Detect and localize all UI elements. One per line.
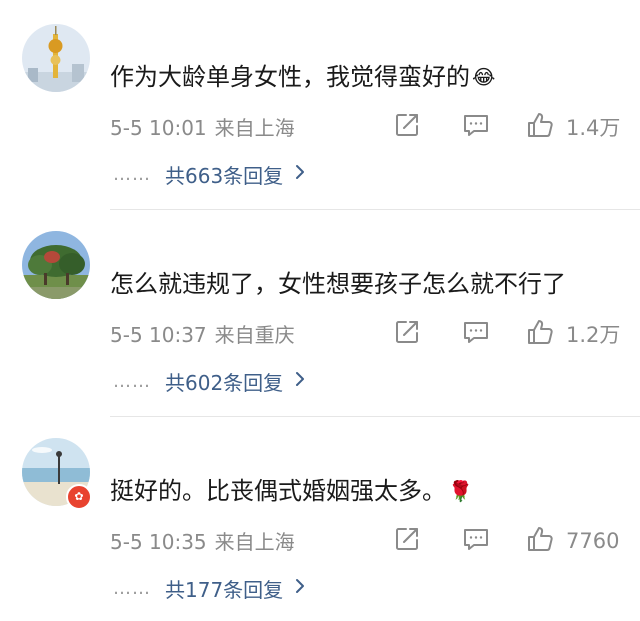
chevron-right-icon [295, 371, 305, 391]
comment-text: 作为大龄单身女性，我觉得蛮好的 😂 [110, 60, 495, 94]
laughing-emoji: 😂 [472, 65, 496, 89]
share-button[interactable] [394, 112, 420, 142]
reply-count: 共177条回复 [165, 577, 284, 602]
thumbs-up-icon [526, 525, 556, 557]
view-replies-link[interactable]: …… 共602条回复 [113, 365, 305, 397]
comment-button[interactable] [462, 526, 490, 556]
avatar[interactable] [22, 231, 90, 299]
thumbs-up-icon [526, 318, 556, 350]
comment-text: 怎么就违规了，女性想要孩子怎么就不行了 [110, 270, 566, 298]
verified-badge-icon: ✿ [66, 484, 92, 510]
comment-item: 怎么就违规了，女性想要孩子怎么就不行了 5-5 10:37 来自重庆 1.2万 … [0, 207, 640, 414]
comment-item: 作为大龄单身女性，我觉得蛮好的 😂 5-5 10:01 来自上海 1.4万 ……… [0, 0, 640, 207]
avatar[interactable] [22, 24, 90, 92]
comment-item: ✿ 挺好的。比丧偶式婚姻强太多。 🌹 5-5 10:35 来自上海 7760 …… [0, 414, 640, 621]
view-replies-link[interactable]: …… 共177条回复 [113, 572, 305, 604]
timestamp: 5-5 10:37 [110, 323, 207, 347]
reply-count: 共602条回复 [165, 370, 284, 395]
timestamp: 5-5 10:01 [110, 116, 207, 140]
comment-icon [462, 319, 490, 349]
share-icon [394, 319, 420, 349]
share-button[interactable] [394, 319, 420, 349]
view-replies-link[interactable]: …… 共663条回复 [113, 158, 305, 190]
comment-button[interactable] [462, 319, 490, 349]
like-button[interactable]: 1.2万 [526, 319, 620, 349]
share-button[interactable] [394, 526, 420, 556]
comment-icon [462, 112, 490, 142]
like-count: 1.4万 [566, 116, 621, 140]
comment-meta: 5-5 10:01 来自上海 [110, 113, 295, 143]
comment-text: 挺好的。比丧偶式婚姻强太多。 🌹 [110, 474, 473, 508]
like-count: 7760 [566, 529, 620, 553]
reply-count: 共663条回复 [165, 163, 284, 188]
location: 来自重庆 [214, 323, 295, 347]
location: 来自上海 [214, 530, 295, 554]
like-count: 1.2万 [566, 323, 621, 347]
like-button[interactable]: 1.4万 [526, 112, 620, 142]
comment-meta: 5-5 10:37 来自重庆 [110, 320, 295, 350]
ellipsis-dots: …… [113, 163, 151, 185]
comment-button[interactable] [462, 112, 490, 142]
thumbs-up-icon [526, 111, 556, 143]
timestamp: 5-5 10:35 [110, 530, 207, 554]
rose-emoji: 🌹 [448, 479, 473, 503]
location: 来自上海 [214, 116, 295, 140]
chevron-right-icon [295, 578, 305, 598]
comment-meta: 5-5 10:35 来自上海 [110, 527, 295, 557]
like-button[interactable]: 7760 [526, 526, 619, 556]
comment-icon [462, 526, 490, 556]
ellipsis-dots: …… [113, 577, 151, 599]
ellipsis-dots: …… [113, 370, 151, 392]
chevron-right-icon [295, 164, 305, 184]
share-icon [394, 112, 420, 142]
share-icon [394, 526, 420, 556]
